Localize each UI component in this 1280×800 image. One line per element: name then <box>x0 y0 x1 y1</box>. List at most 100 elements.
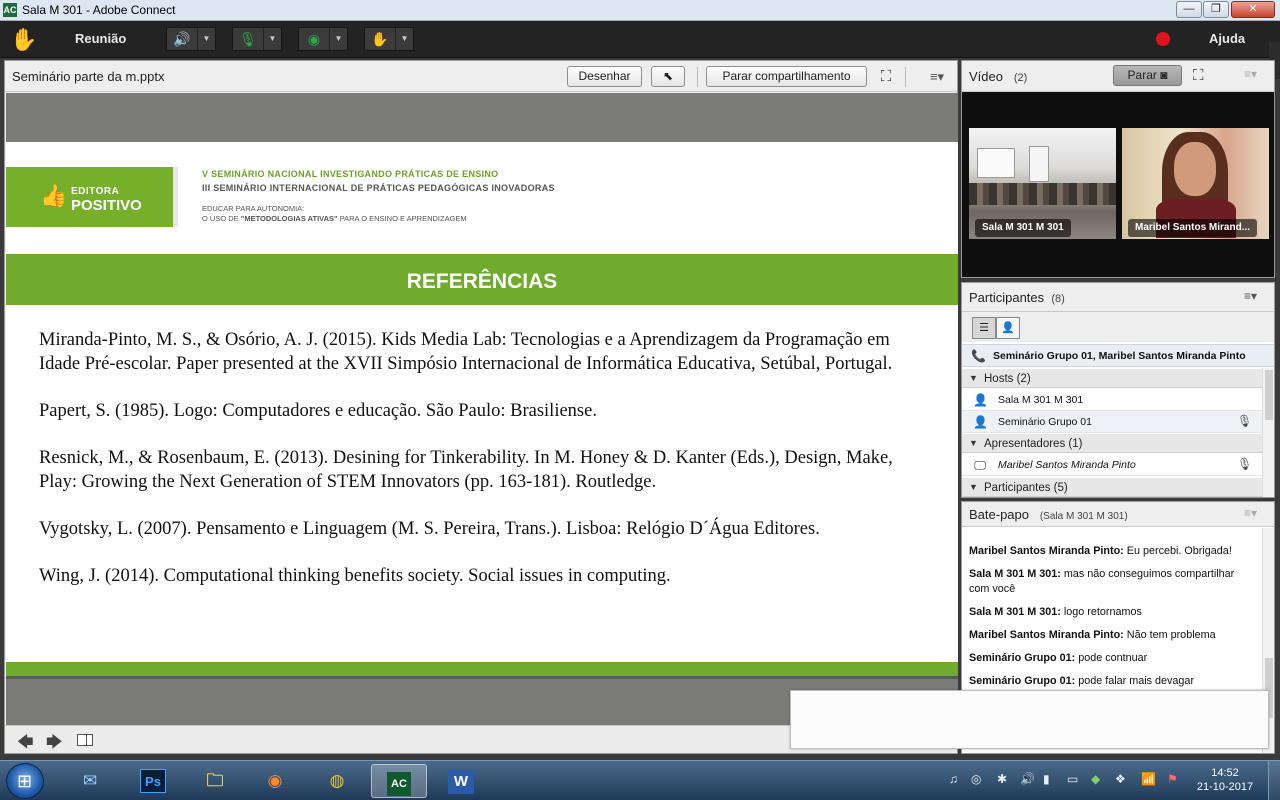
fullscreen-icon[interactable]: ⛶ <box>1193 67 1204 84</box>
presentation-slide: 👍 EDITORA POSITIVO V SEMINÁRIO NACIONAL … <box>6 93 958 725</box>
app-menubar: ✋ Reunião 🔊 ▼ 🎙 ▼ ◉ ▼ ✋ ▼ <box>0 21 1280 79</box>
chevron-down-icon[interactable]: ▼ <box>263 28 281 50</box>
pod-menu-icon[interactable]: ≡▾ <box>1244 289 1257 303</box>
presenters-group-header[interactable]: ▼ Apresentadores (1) <box>962 433 1262 453</box>
pod-menu-icon[interactable]: ≡▾ <box>927 68 947 85</box>
participants-pod-header: Participantes (8) ≡▾ <box>962 283 1274 312</box>
collapse-triangle-icon[interactable]: ▼ <box>969 438 978 448</box>
clock[interactable]: 14:52 21-10-2017 <box>1190 766 1260 794</box>
display-icon[interactable]: ◎ <box>971 772 981 786</box>
host-user-icon: 👤 <box>973 415 988 429</box>
video-tile[interactable]: Maribel Santos Mirand... <box>1122 128 1269 239</box>
recording-indicator-icon[interactable] <box>1156 32 1170 46</box>
participants-group-label: Participantes (5) <box>984 482 1068 494</box>
raise-hand-control[interactable]: ✋ ▼ <box>364 27 414 51</box>
participant-row[interactable]: 👤 Sala M 301 M 301 <box>962 389 1262 411</box>
participants-title-text: Participantes <box>969 290 1045 305</box>
network-signal-icon[interactable]: ▮ <box>1043 772 1050 786</box>
next-slide-icon[interactable]: 🡆 <box>46 731 63 758</box>
previous-slide-icon[interactable]: 🡄 <box>17 731 34 758</box>
window-title: Sala M 301 - Adobe Connect <box>22 3 176 17</box>
chat-sender: Sala M 301 M 301: <box>969 568 1061 580</box>
chevron-down-icon[interactable]: ▼ <box>329 28 347 50</box>
participants-scrollbar[interactable] <box>1262 368 1274 497</box>
monitor-icon[interactable]: ▭ <box>1067 772 1078 786</box>
photoshop-label: Ps <box>140 769 166 793</box>
draw-button[interactable]: Desenhar <box>567 66 642 87</box>
video-tile[interactable]: Sala M 301 M 301 <box>969 128 1116 239</box>
minimize-button[interactable]: — <box>1176 1 1202 18</box>
close-button[interactable]: ✕ <box>1231 1 1275 18</box>
references-list: Miranda-Pinto, M. S., & Osório, A. J. (2… <box>39 328 929 611</box>
microphone-control[interactable]: 🎙 ▼ <box>232 27 282 51</box>
chevron-down-icon[interactable]: ▼ <box>395 28 413 50</box>
participants-group-header[interactable]: ▼ Participantes (5) <box>962 477 1262 497</box>
collapse-triangle-icon[interactable]: ▼ <box>969 373 978 383</box>
collapse-triangle-icon[interactable]: ▼ <box>969 482 978 492</box>
help-menu[interactable]: Ajuda <box>1209 31 1245 46</box>
chat-text: logo retornamos <box>1060 606 1142 618</box>
outlook-icon[interactable]: ✉ <box>62 764 118 798</box>
participant-row[interactable]: 🖵 Maribel Santos Miranda Pinto 🎙 <box>962 454 1262 476</box>
antivirus-icon[interactable]: ◆ <box>1091 772 1100 786</box>
dropbox-icon[interactable]: ❖ <box>1115 772 1126 786</box>
stop-video-button[interactable]: Parar ◙ <box>1113 65 1182 86</box>
participant-name: Sala M 301 M 301 <box>998 394 1084 406</box>
action-center-icon[interactable]: ⚑ <box>1167 772 1178 786</box>
wifi-icon[interactable]: 📶 <box>1141 772 1156 786</box>
microphone-icon[interactable]: 🎙 <box>233 28 263 50</box>
chat-message: Sala M 301 M 301: mas não conseguimos co… <box>969 567 1254 597</box>
hosts-group-header[interactable]: ▼ Hosts (2) <box>962 368 1262 388</box>
chat-text: Eu percebi. Obrigada! <box>1123 545 1232 557</box>
volume-icon[interactable]: 🔊 <box>1020 772 1035 786</box>
notification-popup[interactable] <box>790 690 1269 749</box>
webcam-icon[interactable]: ◉ <box>299 28 329 50</box>
chat-pod-title: Bate-papo (Sala M 301 M 301) <box>969 507 1128 522</box>
word-icon[interactable]: W <box>433 764 489 798</box>
share-pod: Seminário parte da m.pptx Desenhar ⬉ Par… <box>4 60 958 754</box>
divider <box>173 167 178 227</box>
chevron-down-icon[interactable]: ▼ <box>197 28 215 50</box>
chat-pod-header: Bate-papo (Sala M 301 M 301) ≡▾ <box>962 502 1274 527</box>
participants-pod: Participantes (8) ≡▾ ☰ 👤 📞 Seminário Gru… <box>961 282 1275 498</box>
meeting-menu[interactable]: Reunião <box>75 31 126 46</box>
show-desktop-button[interactable] <box>1268 761 1280 800</box>
maximize-button[interactable]: ❐ <box>1203 1 1229 18</box>
window-title-bar: AC Sala M 301 - Adobe Connect — ❐ ✕ <box>0 0 1280 21</box>
chrome-icon[interactable]: ◍ <box>309 764 365 798</box>
pod-menu-icon[interactable]: ≡▾ <box>1244 67 1257 81</box>
user-view-icon[interactable]: 👤 <box>996 317 1020 339</box>
participant-row[interactable]: 👤 Seminário Grupo 01 🎙 <box>962 411 1262 433</box>
sidebar-toggle-icon[interactable] <box>77 734 93 746</box>
list-view-icon[interactable]: ☰ <box>972 317 996 339</box>
adobe-connect-logo-icon: ✋ <box>10 27 38 52</box>
reference-item: Papert, S. (1985). Logo: Computadores e … <box>39 401 597 421</box>
fullscreen-icon[interactable]: ⛶ <box>877 68 895 85</box>
firefox-icon[interactable]: ◉ <box>247 764 303 798</box>
chat-sender: Seminário Grupo 01: <box>969 675 1076 687</box>
slide-header-line2: III SEMINÁRIO INTERNACIONAL DE PRÁTICAS … <box>202 183 555 193</box>
bluetooth-icon[interactable]: ✱ <box>997 772 1007 786</box>
photoshop-icon[interactable]: Ps <box>125 764 181 798</box>
file-explorer-icon[interactable]: 🗀 <box>187 764 243 798</box>
scrollbar-thumb[interactable] <box>1265 370 1273 420</box>
speaker-icon[interactable]: 🔊 <box>167 28 197 50</box>
raise-hand-icon[interactable]: ✋ <box>365 28 395 50</box>
clock-date: 21-10-2017 <box>1196 781 1254 793</box>
connect-label: AC <box>387 772 411 796</box>
stop-sharing-button[interactable]: Parar compartilhamento <box>706 66 867 87</box>
reference-item: Resnick, M., & Rosenbaum, E. (2013). Des… <box>39 448 893 492</box>
pod-menu-icon[interactable]: ≡▾ <box>1244 506 1257 520</box>
classroom-image <box>969 183 1116 205</box>
webcam-icon: ◙ <box>1160 68 1168 82</box>
audio-app-icon[interactable]: ♫ <box>949 772 958 786</box>
speaker-control[interactable]: 🔊 ▼ <box>166 27 216 51</box>
host-user-icon: 👤 <box>973 393 988 407</box>
pointer-button[interactable]: ⬉ <box>651 66 685 87</box>
divider <box>905 67 906 87</box>
adobe-connect-icon[interactable]: AC <box>371 764 427 798</box>
chat-sender: Maribel Santos Miranda Pinto: <box>969 545 1124 557</box>
window-image <box>1029 146 1049 182</box>
start-button[interactable]: ⊞ <box>6 763 44 799</box>
webcam-control[interactable]: ◉ ▼ <box>298 27 348 51</box>
